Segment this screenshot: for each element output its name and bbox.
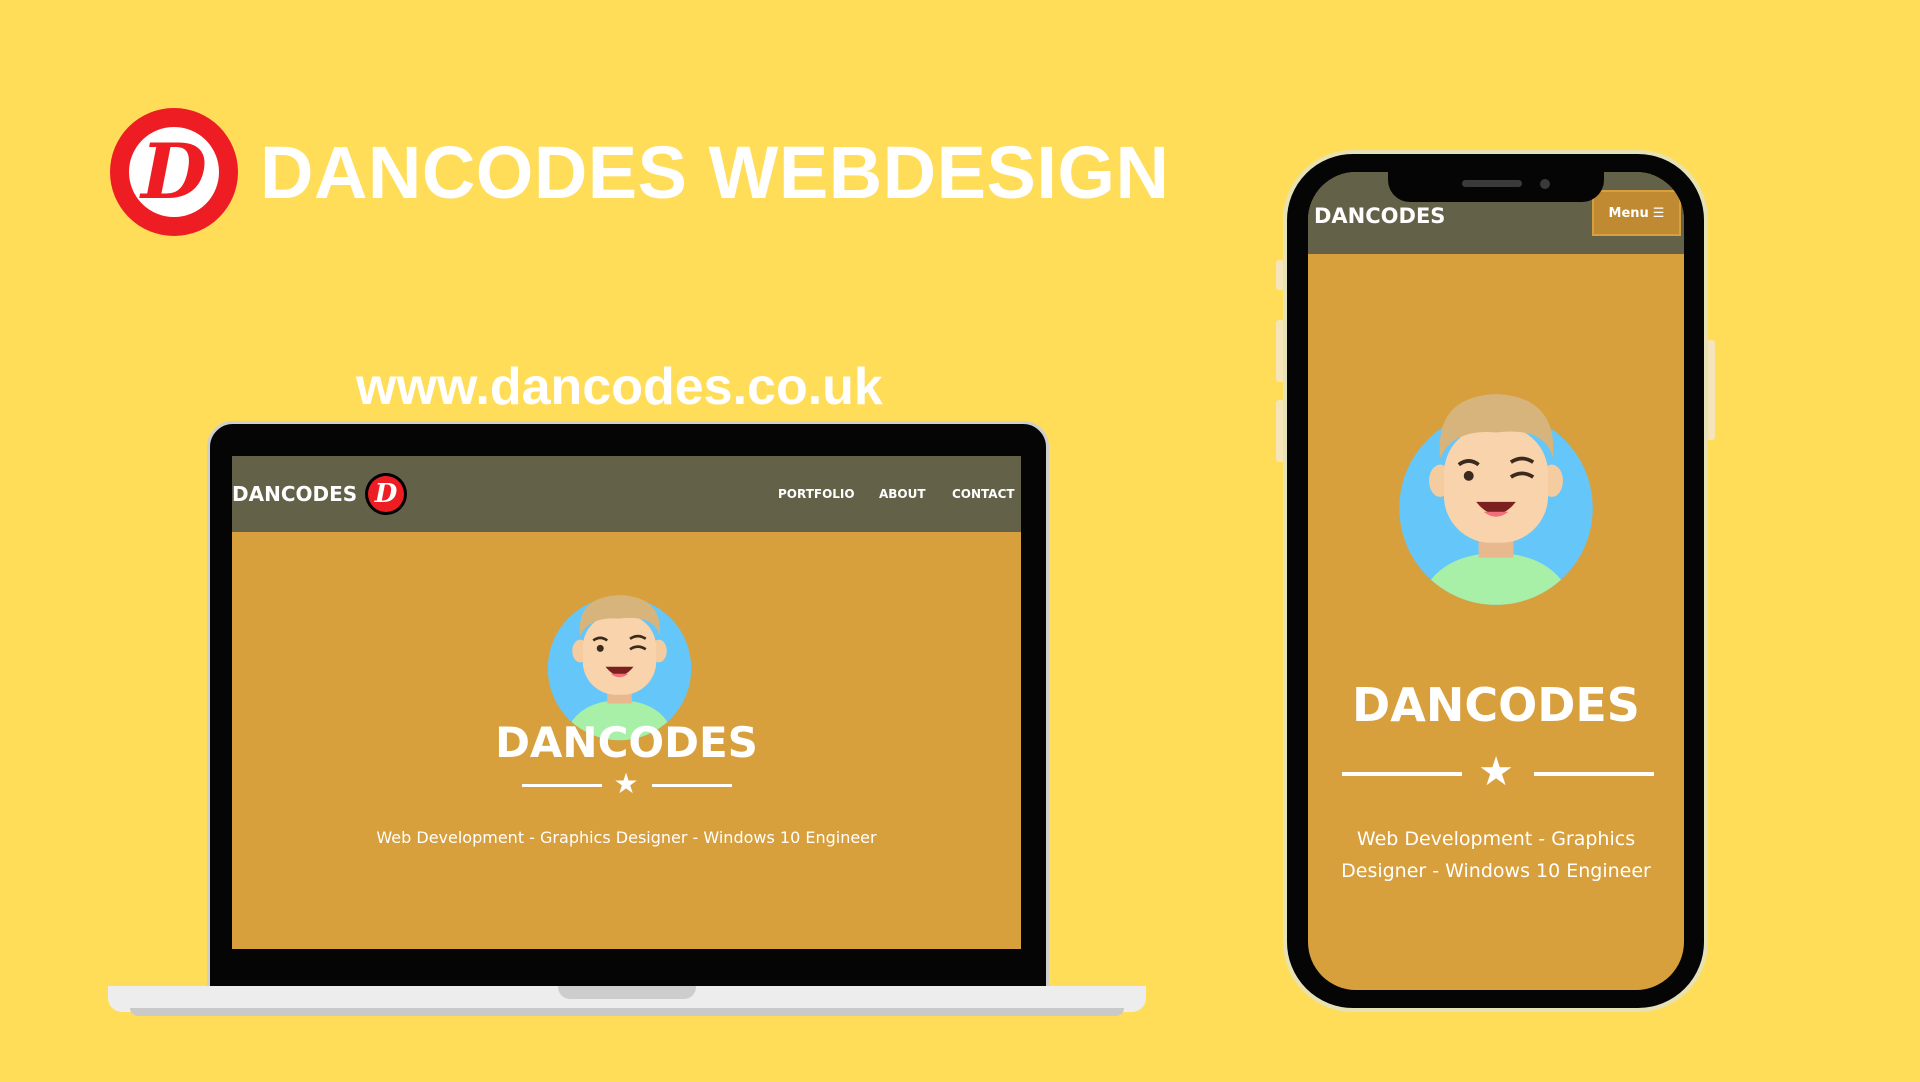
- phone-camera-icon: [1540, 179, 1550, 189]
- brand-header: D DANCODES WEBDESIGN: [110, 107, 1169, 237]
- brand-logo-icon: D: [110, 108, 238, 236]
- hero-title: DANCODES: [495, 718, 758, 767]
- phone-hero-title: DANCODES: [1352, 678, 1640, 732]
- nav-link-contact[interactable]: CONTACT: [952, 487, 1015, 501]
- avatar-icon: [1399, 394, 1593, 605]
- website-url: www.dancodes.co.uk: [356, 358, 883, 416]
- site-navbar: DANCODES D PORTFOLIO ABOUT CONTACT: [232, 456, 1021, 532]
- star-icon: ★: [1478, 750, 1514, 794]
- nav-link-portfolio[interactable]: PORTFOLIO: [778, 487, 855, 501]
- brand-logo-letter: D: [125, 123, 223, 221]
- phone-hero-divider-right: [1534, 772, 1654, 776]
- laptop-trackpad-notch: [558, 986, 696, 999]
- site-logo-icon[interactable]: D: [365, 473, 407, 515]
- phone-hero-subtitle-line2: Designer - Windows 10 Engineer: [1341, 860, 1651, 882]
- brand-title: DANCODES WEBDESIGN: [260, 130, 1170, 214]
- laptop-website-preview: DANCODES D PORTFOLIO ABOUT CONTACT DANCO…: [232, 456, 1021, 949]
- star-icon: ★: [613, 768, 639, 799]
- site-logo-letter: D: [368, 476, 404, 512]
- phone-power-button: [1707, 340, 1715, 440]
- nav-link-about[interactable]: ABOUT: [879, 487, 926, 501]
- menu-label: Menu: [1608, 205, 1649, 221]
- phone-site-logo-text[interactable]: DANCODES: [1314, 204, 1445, 228]
- phone-hero-subtitle-line1: Web Development - Graphics: [1356, 828, 1636, 850]
- phone-speaker: [1462, 180, 1522, 187]
- laptop-shadow: [130, 1008, 1124, 1016]
- hamburger-icon: ☰: [1652, 205, 1665, 221]
- menu-button[interactable]: Menu ☰: [1592, 190, 1681, 236]
- hero-divider-left: [522, 784, 602, 787]
- phone-website-preview: DANCODES Menu ☰ DANCODES ★ Web Developme…: [1308, 172, 1684, 990]
- hero-divider-right: [652, 784, 732, 787]
- site-logo-text[interactable]: DANCODES: [232, 482, 357, 506]
- phone-hero-divider-left: [1342, 772, 1462, 776]
- hero-subtitle: Web Development - Graphics Designer - Wi…: [376, 828, 877, 847]
